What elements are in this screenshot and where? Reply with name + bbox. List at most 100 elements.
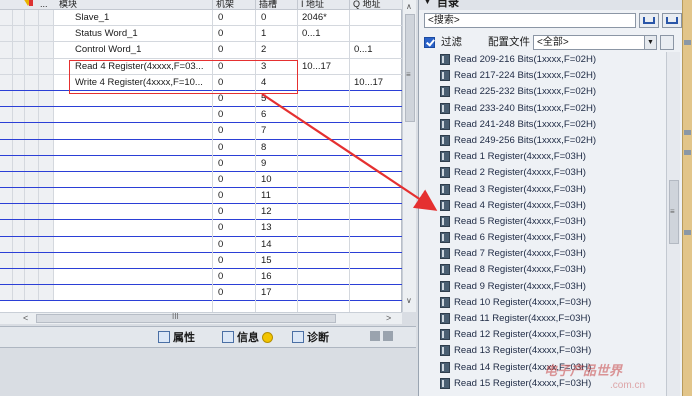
table-row[interactable]: Slave_1 0 0 2046* <box>0 10 402 27</box>
catalog-item[interactable]: Read 8 Register(4xxxx,F=03H) <box>436 262 668 278</box>
slot-cell: 7 <box>261 125 267 137</box>
strip-nub[interactable] <box>684 230 691 235</box>
row-gutter <box>0 188 54 204</box>
module-icon <box>440 361 450 373</box>
catalog-item[interactable]: Read 1 Register(4xxxx,F=03H) <box>436 149 668 165</box>
catalog-scrollbar[interactable]: ≡ <box>666 52 680 396</box>
table-row[interactable]: 0 11 <box>0 188 402 205</box>
catalog-item[interactable]: Read 13 Register(4xxxx,F=03H) <box>436 343 668 359</box>
profile-select[interactable]: <全部> ▼ <box>533 35 657 50</box>
module-icon <box>440 102 450 114</box>
tab-diagnostics[interactable]: 诊断 <box>292 330 329 346</box>
catalog-item[interactable]: Read 241-248 Bits(1xxxx,F=02H) <box>436 117 668 133</box>
slot-cell: 15 <box>261 254 272 266</box>
search-up-button[interactable] <box>662 13 682 28</box>
tab-info[interactable]: 信息 <box>222 330 276 346</box>
scroll-up-icon[interactable]: ∧ <box>406 2 412 11</box>
collapse-icon[interactable]: ▼ <box>424 0 431 6</box>
table-row[interactable]: 0 17 <box>0 285 402 302</box>
row-gutter <box>0 74 54 90</box>
table-row[interactable]: 0 16 <box>0 269 402 286</box>
catalog-item[interactable]: Read 4 Register(4xxxx,F=03H) <box>436 198 668 214</box>
catalog-item[interactable]: Read 217-224 Bits(1xxxx,F=02H) <box>436 68 668 84</box>
catalog-item[interactable]: Read 10 Register(4xxxx,F=03H) <box>436 295 668 311</box>
search-down-button[interactable] <box>639 13 659 28</box>
catalog-header[interactable]: ▼ 目录 <box>419 0 692 10</box>
row-gutter <box>0 220 54 236</box>
col-header-module[interactable]: 模块 <box>59 0 77 10</box>
catalog-item[interactable]: Read 209-216 Bits(1xxxx,F=02H) <box>436 52 668 68</box>
filter-icon-accent <box>29 0 33 6</box>
i-address-cell: 10...17 <box>302 60 332 72</box>
row-gutter <box>0 90 54 107</box>
catalog-item[interactable]: Read 5 Register(4xxxx,F=03H) <box>436 214 668 230</box>
table-row[interactable]: 0 13 <box>0 220 402 237</box>
col-header-slot[interactable]: 插槽 <box>259 0 277 10</box>
table-row[interactable]: 0 10 <box>0 171 402 189</box>
scroll-down-icon[interactable]: ∨ <box>406 296 412 305</box>
table-row[interactable]: 0 12 <box>0 204 402 221</box>
restore-icon[interactable] <box>370 331 380 341</box>
scroll-right-icon[interactable]: > <box>386 313 391 323</box>
scroll-thumb[interactable] <box>405 14 415 122</box>
catalog-item[interactable]: Read 233-240 Bits(1xxxx,F=02H) <box>436 101 668 117</box>
table-row[interactable]: 0 14 <box>0 236 402 253</box>
row-gutter <box>0 42 54 58</box>
slot-cell: 17 <box>261 287 272 299</box>
module-icon <box>440 280 450 292</box>
catalog-item[interactable]: Read 11 Register(4xxxx,F=03H) <box>436 311 668 327</box>
table-row[interactable]: 09 <box>0 155 402 172</box>
table-row[interactable]: 07 <box>0 123 402 140</box>
table-row[interactable]: 08 <box>0 139 402 156</box>
row-gutter <box>0 10 54 26</box>
col-header-q-address[interactable]: Q 地址 <box>353 0 381 10</box>
catalog-item[interactable]: Read 9 Register(4xxxx,F=03H) <box>436 279 668 295</box>
tab-properties[interactable]: 属性 <box>158 330 195 346</box>
module-icon <box>440 54 450 65</box>
catalog-item[interactable]: Read 3 Register(4xxxx,F=03H) <box>436 182 668 198</box>
hscroll-thumb[interactable] <box>36 314 336 323</box>
catalog-item[interactable]: Read 225-232 Bits(1xxxx,F=02H) <box>436 84 668 100</box>
catalog-item[interactable]: Read 249-256 Bits(1xxxx,F=02H) <box>436 133 668 149</box>
catalog-item[interactable]: Read 6 Register(4xxxx,F=03H) <box>436 230 668 246</box>
catalog-item[interactable]: Read 2 Register(4xxxx,F=03H) <box>436 165 668 181</box>
table-row[interactable]: 0 15 <box>0 252 402 269</box>
strip-nub[interactable] <box>684 40 691 45</box>
profile-config-button[interactable] <box>660 35 674 50</box>
slot-cell: 13 <box>261 222 272 234</box>
catalog-item[interactable]: Read 7 Register(4xxxx,F=03H) <box>436 246 668 262</box>
module-icon <box>440 215 450 227</box>
table-header: ... 模块 机架 插槽 I 地址 Q 地址 <box>0 0 402 10</box>
catalog-item-label: Read 2 Register(4xxxx,F=03H) <box>454 167 586 179</box>
table-horizontal-scrollbar[interactable]: < III > <box>0 312 402 324</box>
chevron-down-icon[interactable]: ▼ <box>644 36 656 49</box>
row-gutter <box>0 252 54 268</box>
module-icon <box>440 232 450 244</box>
strip-nub[interactable] <box>684 150 691 155</box>
module-icon <box>440 151 450 163</box>
catalog-item[interactable]: Read 12 Register(4xxxx,F=03H) <box>436 327 668 343</box>
strip-nub[interactable] <box>684 130 691 135</box>
row-gutter <box>0 155 54 171</box>
menu-icon[interactable] <box>383 331 393 341</box>
header-ellipsis: ... <box>40 0 48 9</box>
module-icon <box>440 199 450 211</box>
tab-info-label: 信息 <box>237 332 259 344</box>
table-row[interactable]: Status Word_1 0 1 0...1 <box>0 26 402 43</box>
table-row[interactable]: 06 <box>0 107 402 124</box>
catalog-search-input[interactable]: <搜索> <box>424 13 636 28</box>
filter-checkbox[interactable] <box>424 37 435 48</box>
rack-cell: 0 <box>218 44 224 56</box>
col-header-rack[interactable]: 机架 <box>216 0 234 10</box>
module-icon <box>440 86 450 98</box>
module-icon <box>440 296 450 308</box>
table-vertical-scrollbar[interactable]: ∧ ≡ ∨ <box>402 0 416 312</box>
catalog-item-label: Read 249-256 Bits(1xxxx,F=02H) <box>454 134 597 146</box>
catalog-item-label: Read 13 Register(4xxxx,F=03H) <box>454 345 592 357</box>
rack-cell: 0 <box>218 28 224 40</box>
table-row[interactable]: Control Word_1 0 2 0...1 <box>0 42 402 59</box>
scroll-left-icon[interactable]: < <box>23 313 28 323</box>
window-controls <box>370 331 396 343</box>
rack-cell: 0 <box>218 254 224 266</box>
col-header-i-address[interactable]: I 地址 <box>301 0 324 10</box>
